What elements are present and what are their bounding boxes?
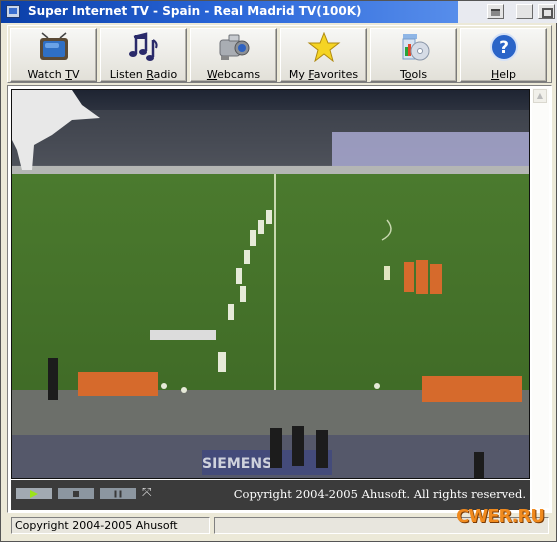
stop-button[interactable]: [58, 488, 94, 499]
tv-app-icon[interactable]: [6, 5, 20, 18]
star-icon: [307, 32, 340, 62]
title-bar[interactable]: Super Internet TV - Spain - Real Madrid …: [1, 1, 557, 23]
webcams-label: Webcams: [206, 68, 261, 81]
status-text: Copyright 2004-2005 Ahusoft: [11, 517, 210, 534]
my-favorites-label: My Favorites: [288, 68, 359, 81]
listen-radio-button[interactable]: Listen Radio: [100, 28, 187, 82]
play-icon: [30, 489, 38, 498]
maximize-button[interactable]: [516, 4, 533, 19]
television-icon: [39, 32, 68, 60]
fullscreen-icon[interactable]: ⤧: [142, 486, 154, 498]
my-favorites-button[interactable]: My Favorites: [280, 28, 367, 82]
stop-icon: [73, 490, 79, 497]
camcorder-icon: [219, 34, 249, 60]
window-title: Super Internet TV - Spain - Real Madrid …: [28, 4, 362, 18]
play-button[interactable]: [16, 488, 52, 499]
stadium-board-text: SIEMENS: [202, 456, 272, 472]
webcams-button[interactable]: Webcams: [190, 28, 277, 82]
close-button[interactable]: [538, 4, 555, 19]
window-controls: [458, 1, 557, 23]
tools-cd-icon: [402, 34, 429, 61]
player-controls: ⤧ Copyright 2004-2005 Ahusoft. All right…: [11, 480, 530, 510]
app-window: Super Internet TV - Spain - Real Madrid …: [0, 0, 557, 542]
tools-button[interactable]: Tools: [370, 28, 457, 82]
help-label: Help: [490, 68, 517, 81]
watermark-logo: CWER.RU: [456, 506, 545, 527]
pause-button[interactable]: [100, 488, 136, 499]
player-copyright: Copyright 2004-2005 Ahusoft. All rights …: [233, 487, 526, 501]
football-broadcast-frame: SIEMENS: [12, 90, 529, 478]
watch-tv-button[interactable]: Watch TV: [10, 28, 97, 82]
help-question-icon: ?: [489, 33, 518, 61]
pause-icon: [114, 490, 122, 497]
watch-tv-label: Watch TV: [27, 68, 80, 81]
main-toolbar: Watch TV Listen Radio Webcams My Favorit…: [7, 25, 552, 83]
music-notes-icon: [128, 32, 158, 61]
scroll-up-arrow-icon[interactable]: ▲: [533, 89, 547, 103]
minimize-button[interactable]: [487, 4, 504, 19]
listen-radio-label: Listen Radio: [109, 68, 178, 81]
video-display[interactable]: SIEMENS: [11, 89, 530, 479]
tools-label: Tools: [399, 68, 428, 81]
svg-text:?: ?: [499, 38, 509, 58]
help-button[interactable]: ? Help: [460, 28, 547, 82]
video-panel: SIEMENS ⤧ Copyright 2004-2005 Ahusoft. A…: [7, 85, 552, 513]
vertical-scrollbar[interactable]: ▲: [532, 88, 549, 508]
